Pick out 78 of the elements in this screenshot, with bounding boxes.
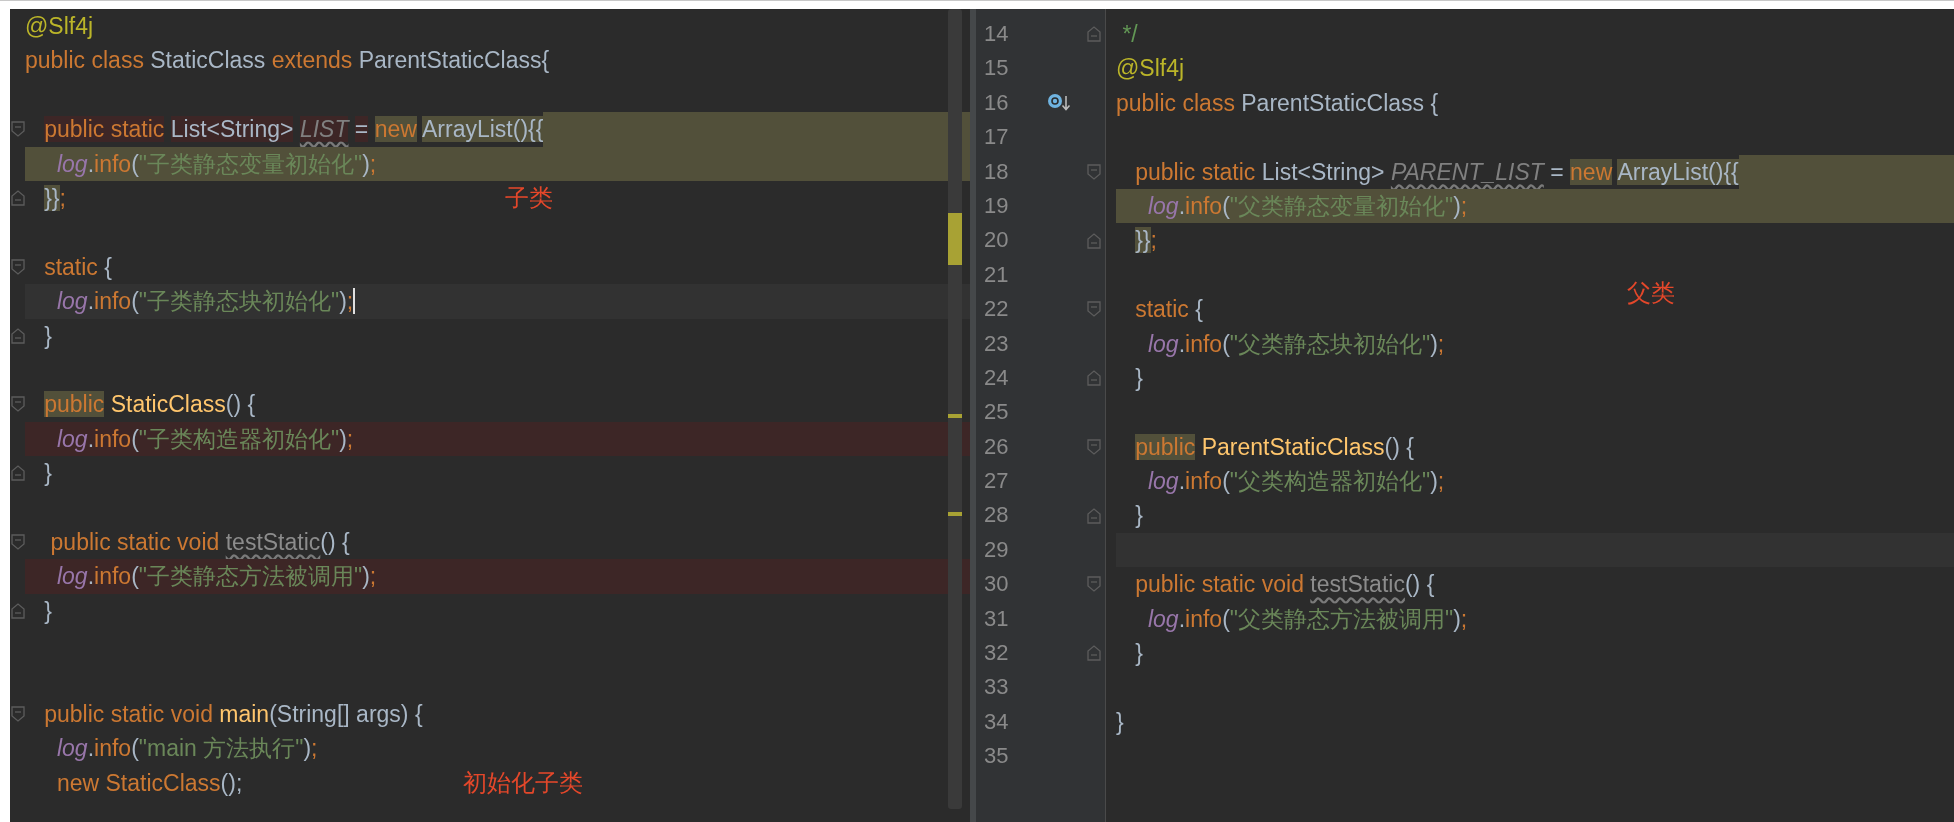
code-line: log.info("main 方法执行"); bbox=[55, 734, 318, 764]
code-line: public ParentStaticClass() { bbox=[1134, 432, 1414, 462]
code-line: public class StaticClass extends ParentStaticClass{ bbox=[25, 46, 550, 76]
line-number: 26 bbox=[983, 432, 1010, 461]
code-line: } bbox=[43, 321, 52, 351]
fold-icon[interactable] bbox=[1087, 576, 1101, 593]
code-line: log.info("父类静态块初始化"); bbox=[1146, 329, 1445, 359]
line-number: 25 bbox=[983, 398, 1010, 427]
fold-icon[interactable] bbox=[10, 534, 25, 551]
annotation-text: 子类 bbox=[505, 182, 553, 213]
line-number: 31 bbox=[983, 604, 1010, 633]
fold-icon[interactable] bbox=[1087, 232, 1101, 249]
fold-icon[interactable] bbox=[1087, 26, 1101, 43]
line-number: 30 bbox=[983, 570, 1010, 599]
annotation-text: 初始化子类 bbox=[463, 767, 583, 798]
error-stripe-mark bbox=[948, 414, 962, 418]
fold-icon[interactable] bbox=[1087, 507, 1101, 524]
line-number: 21 bbox=[983, 260, 1010, 289]
code-line: public static void main(String[] args) { bbox=[43, 699, 423, 729]
fold-icon[interactable] bbox=[1087, 438, 1101, 455]
code-line: } bbox=[1116, 707, 1124, 737]
code-line: static { bbox=[1134, 295, 1203, 325]
code-line: } bbox=[1134, 363, 1143, 393]
annotation-text: 父类 bbox=[1627, 277, 1675, 308]
line-number: 17 bbox=[983, 123, 1010, 152]
code-line: } bbox=[43, 596, 52, 626]
line-number: 33 bbox=[983, 673, 1010, 702]
line-number: 18 bbox=[983, 157, 1010, 186]
code-line: static { bbox=[43, 252, 112, 282]
fold-icon[interactable] bbox=[10, 121, 25, 138]
line-number: 29 bbox=[983, 535, 1010, 564]
code-line: public class ParentStaticClass { bbox=[1116, 88, 1439, 118]
code-line: }}; bbox=[43, 183, 66, 213]
code-line: } bbox=[43, 459, 52, 489]
line-number: 27 bbox=[983, 467, 1010, 496]
line-number: 24 bbox=[983, 363, 1010, 392]
fold-icon[interactable] bbox=[10, 602, 25, 619]
line-number: 22 bbox=[983, 295, 1010, 324]
error-stripe-mark bbox=[948, 512, 962, 516]
fold-icon[interactable] bbox=[10, 190, 25, 207]
code-line: } bbox=[1134, 639, 1143, 669]
fold-icon[interactable] bbox=[10, 327, 25, 344]
fold-icon[interactable] bbox=[10, 706, 25, 722]
line-number: 14 bbox=[983, 20, 1010, 48]
code-line: log.info("子类构造器初始化"); bbox=[55, 424, 354, 454]
code-line: } bbox=[1134, 501, 1143, 531]
code-line: @Slf4j bbox=[1116, 54, 1185, 84]
error-stripe-mark bbox=[948, 213, 962, 265]
code-line: }}; bbox=[1134, 226, 1157, 256]
fold-icon[interactable] bbox=[1087, 163, 1101, 180]
code-line: public static List<String> LIST = new ArrayList(){{ bbox=[43, 115, 544, 145]
code-line: log.info("子类静态方法被调用"); bbox=[55, 562, 377, 592]
line-number: 15 bbox=[983, 54, 1010, 83]
fold-icon[interactable] bbox=[10, 258, 25, 275]
fold-icon[interactable] bbox=[1087, 645, 1101, 662]
code-line: log.info("父类静态方法被调用"); bbox=[1146, 604, 1468, 634]
scrollbar[interactable] bbox=[948, 9, 962, 809]
line-number: 23 bbox=[983, 329, 1010, 358]
code-line: public static void testStatic() { bbox=[1134, 570, 1435, 600]
code-line: new StaticClass(); bbox=[55, 768, 243, 798]
code-line: @Slf4j bbox=[25, 12, 94, 41]
code-line: public static void testStatic() { bbox=[49, 527, 350, 557]
fold-icon[interactable] bbox=[1087, 301, 1101, 318]
code-line: log.info("父类构造器初始化"); bbox=[1146, 467, 1445, 497]
line-number: 19 bbox=[983, 191, 1010, 220]
code-line: */ bbox=[1121, 20, 1138, 49]
fold-icon[interactable] bbox=[10, 465, 25, 482]
fold-icon[interactable] bbox=[1087, 370, 1101, 387]
line-number: 16 bbox=[983, 88, 1010, 117]
line-number: 34 bbox=[983, 707, 1010, 736]
line-number: 20 bbox=[983, 226, 1010, 255]
code-line: public StaticClass() { bbox=[43, 390, 256, 420]
code-line: log.info("子类静态块初始化"); bbox=[55, 287, 354, 317]
line-number: 35 bbox=[983, 742, 1010, 771]
fold-icon[interactable] bbox=[10, 396, 25, 413]
code-line: public static List<String> PARENT_LIST = new ArrayList(){{ bbox=[1134, 157, 1739, 187]
line-number: 32 bbox=[983, 639, 1010, 668]
line-number: 28 bbox=[983, 501, 1010, 530]
